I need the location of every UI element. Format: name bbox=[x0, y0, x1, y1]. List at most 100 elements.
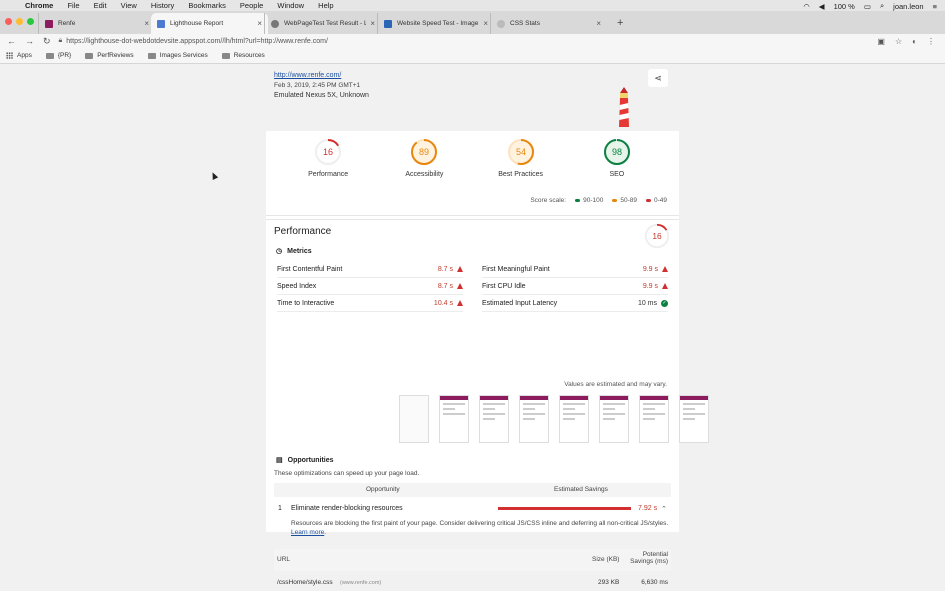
report-meta: http://www.renfe.com/ Feb 3, 2019, 2:45 … bbox=[274, 71, 369, 101]
resource-row[interactable]: /cssHome/style.css (www.renfe.com) 293 K… bbox=[274, 575, 671, 591]
gauge-performance[interactable]: 16 Performance bbox=[293, 137, 363, 178]
forward-arrow-icon[interactable]: → bbox=[25, 36, 34, 47]
bookmark-pr[interactable]: {PR} bbox=[45, 52, 71, 59]
gauge-label: Accessibility bbox=[405, 171, 444, 178]
chevron-up-icon[interactable]: ⌃ bbox=[661, 505, 667, 513]
report-url-link[interactable]: http://www.renfe.com/ bbox=[274, 71, 369, 81]
resource-url[interactable]: /cssHome/style.css bbox=[277, 579, 333, 586]
new-tab-button[interactable]: + bbox=[617, 13, 623, 34]
extension-icon[interactable]: ◐ bbox=[912, 37, 917, 46]
tab-lighthouse-report[interactable]: Lighthouse Report × bbox=[151, 13, 268, 34]
translate-icon[interactable]: ▣ bbox=[877, 37, 885, 46]
close-window-button[interactable] bbox=[5, 18, 12, 25]
wifi-icon[interactable]: ◠ bbox=[803, 2, 810, 11]
browser-toolbar: ← → ↻ 🔒︎ https://lighthouse-dot-webdotde… bbox=[0, 34, 945, 48]
menu-edit[interactable]: Edit bbox=[94, 1, 107, 10]
resource-size: 293 KB bbox=[598, 579, 620, 586]
tab-webpagetest[interactable]: WebPageTest Test Result - L × bbox=[264, 13, 381, 34]
gauge-ring: 89 bbox=[411, 139, 438, 165]
folder-icon bbox=[221, 52, 230, 59]
toolbar-actions: ▣ ☆ ◐ ⋮ bbox=[877, 37, 935, 46]
tab-renfe[interactable]: Renfe × bbox=[38, 13, 155, 34]
menu-list-icon[interactable]: ≡ bbox=[933, 2, 937, 11]
mouse-cursor-icon bbox=[209, 171, 219, 180]
filmstrip-frame[interactable] bbox=[559, 395, 589, 443]
metric-name: Time to Interactive bbox=[277, 299, 335, 307]
kebab-menu-icon[interactable]: ⋮ bbox=[927, 37, 935, 46]
values-estimated-note: Values are estimated and may vary. bbox=[564, 381, 667, 388]
gauge-label: SEO bbox=[609, 171, 625, 178]
metric-value: 9.9 s bbox=[642, 265, 658, 273]
filmstrip-frame[interactable] bbox=[439, 395, 469, 443]
apple-icon[interactable] bbox=[6, 1, 15, 10]
opportunity-savings: 7.92 s bbox=[638, 505, 658, 512]
bookmark-label: Resources bbox=[233, 52, 265, 59]
scale-range-average: 50-89 bbox=[612, 197, 637, 204]
user-name[interactable]: joan.leon bbox=[893, 2, 923, 11]
tab-website-speed-test[interactable]: Website Speed Test - Image A × bbox=[377, 13, 494, 34]
gauge-label: Best Practices bbox=[498, 171, 543, 178]
filmstrip-frame[interactable] bbox=[519, 395, 549, 443]
learn-more-link[interactable]: Learn more bbox=[291, 529, 324, 536]
warning-triangle-icon bbox=[457, 266, 463, 272]
close-tab-icon[interactable]: × bbox=[596, 19, 601, 28]
search-icon[interactable]: ⌕ bbox=[880, 1, 884, 11]
close-tab-icon[interactable]: × bbox=[144, 19, 149, 28]
performance-gauge-score: 16 bbox=[652, 231, 662, 241]
battery-label[interactable]: 100 % bbox=[834, 2, 855, 11]
filmstrip-frame[interactable] bbox=[639, 395, 669, 443]
score-scale-label: Score scale: bbox=[530, 197, 567, 204]
performance-gauge: 16 bbox=[644, 223, 670, 249]
metrics-heading: ◷ Metrics bbox=[276, 247, 312, 256]
resource-host: (www.renfe.com) bbox=[340, 580, 382, 586]
menu-app-name[interactable]: Chrome bbox=[25, 1, 53, 10]
menu-file[interactable]: File bbox=[67, 1, 79, 10]
lighthouse-report-page: http://www.renfe.com/ Feb 3, 2019, 2:45 … bbox=[0, 65, 945, 586]
filmstrip-frame[interactable] bbox=[599, 395, 629, 443]
bookmark-apps[interactable]: Apps bbox=[6, 52, 32, 59]
close-tab-icon[interactable]: × bbox=[483, 19, 488, 28]
col-potential-line1: Potential bbox=[642, 551, 668, 558]
tab-css-stats[interactable]: CSS Stats × bbox=[490, 13, 607, 34]
minimize-window-button[interactable] bbox=[16, 18, 23, 25]
metric-name: First Contentful Paint bbox=[277, 265, 343, 273]
lock-icon[interactable]: 🔒︎ bbox=[59, 37, 63, 45]
menu-people[interactable]: People bbox=[240, 1, 263, 10]
col-potential-line2: Savings (ms) bbox=[630, 558, 668, 565]
close-tab-icon[interactable]: × bbox=[370, 19, 375, 28]
category-gauges: 16 Performance 89 Accessibility 54 Best bbox=[266, 137, 679, 178]
bookmark-label: Images Services bbox=[159, 52, 208, 59]
filmstrip-frame[interactable] bbox=[479, 395, 509, 443]
reload-icon[interactable]: ↻ bbox=[43, 36, 51, 47]
metric-name: Estimated Input Latency bbox=[482, 299, 558, 307]
gauge-seo[interactable]: 98 SEO bbox=[582, 137, 652, 178]
bookmark-images-services[interactable]: Images Services bbox=[147, 52, 208, 59]
address-url[interactable]: https://lighthouse-dot-webdotdevsite.app… bbox=[66, 38, 328, 45]
menu-help[interactable]: Help bbox=[318, 1, 333, 10]
metric-value: 8.7 s bbox=[437, 282, 453, 290]
address-bar[interactable]: 🔒︎ https://lighthouse-dot-webdotdevsite.… bbox=[59, 35, 878, 47]
col-potential-savings: Potential Savings (ms) bbox=[630, 551, 668, 565]
gauge-accessibility[interactable]: 89 Accessibility bbox=[389, 137, 459, 178]
volume-icon[interactable]: ◀ bbox=[819, 2, 825, 11]
bookmark-perfreviews[interactable]: PerfReviews bbox=[85, 52, 134, 59]
bookmark-resources[interactable]: Resources bbox=[221, 52, 265, 59]
menu-history[interactable]: History bbox=[151, 1, 174, 10]
menu-bookmarks[interactable]: Bookmarks bbox=[188, 1, 226, 10]
back-arrow-icon[interactable]: ← bbox=[7, 36, 16, 47]
bookmark-star-icon[interactable]: ☆ bbox=[895, 37, 902, 46]
report-device: Emulated Nexus 5X, Unknown bbox=[274, 92, 369, 99]
opportunity-render-blocking[interactable]: 1 Eliminate render-blocking resources 7.… bbox=[274, 500, 671, 517]
scale-range-fail: 0-49 bbox=[645, 197, 667, 204]
col-url: URL bbox=[277, 556, 291, 563]
share-button[interactable]: ⋖ bbox=[648, 69, 668, 87]
filmstrip-frame[interactable] bbox=[679, 395, 709, 443]
menu-view[interactable]: View bbox=[121, 1, 137, 10]
status-area: ◠ ◀ 100 % ▭ ⌕ joan.leon ≡ bbox=[803, 1, 937, 11]
warning-triangle-icon bbox=[662, 283, 668, 289]
gauge-best-practices[interactable]: 54 Best Practices bbox=[486, 137, 556, 178]
zoom-window-button[interactable] bbox=[27, 18, 34, 25]
menu-window[interactable]: Window bbox=[277, 1, 304, 10]
close-tab-icon[interactable]: × bbox=[257, 19, 262, 28]
filmstrip-frame[interactable] bbox=[399, 395, 429, 443]
